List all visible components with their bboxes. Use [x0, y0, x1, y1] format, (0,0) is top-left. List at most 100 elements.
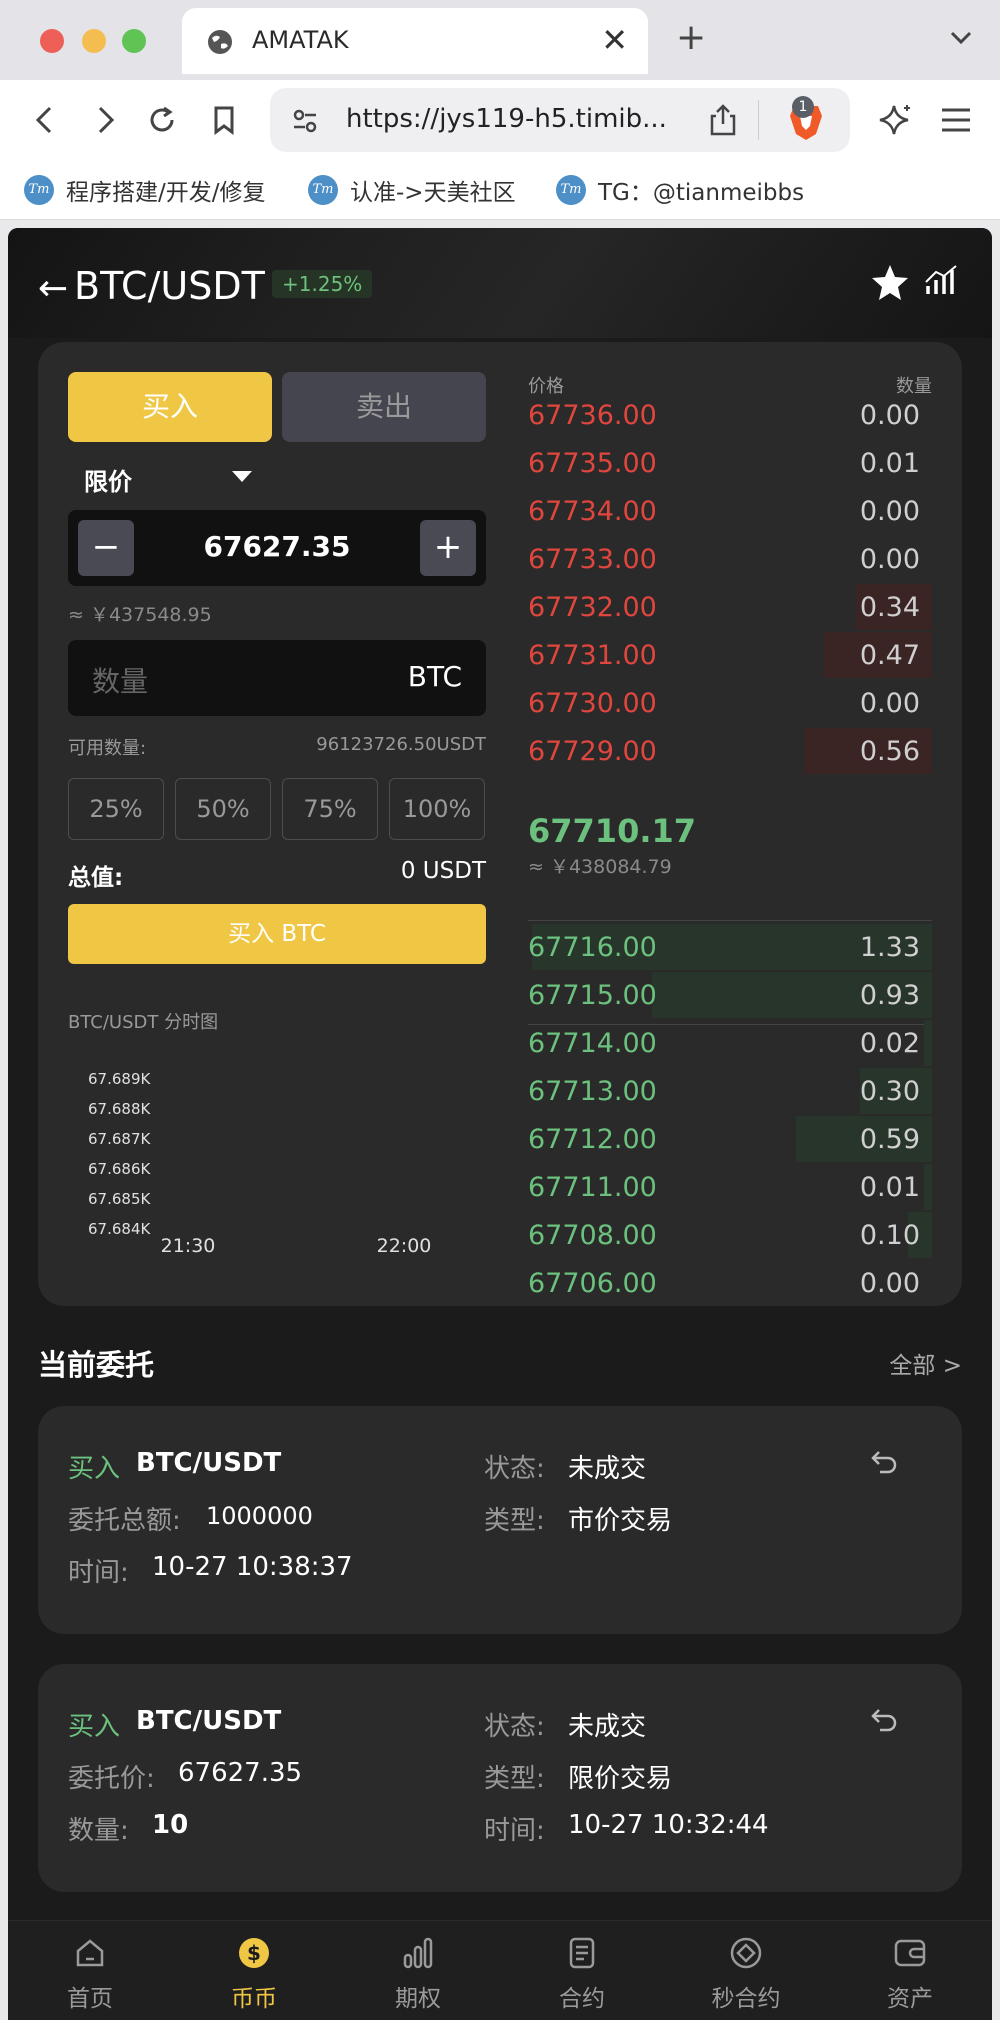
bid-row[interactable]: 67714.00 0.02 — [528, 1020, 932, 1066]
share-icon[interactable] — [706, 102, 740, 138]
ask-row[interactable]: 67733.00 0.00 — [528, 536, 932, 582]
buy-tab[interactable]: 买入 — [68, 372, 272, 442]
back-arrow-icon[interactable]: ← — [38, 268, 68, 309]
bookmark-item[interactable]: Tm 程序搭建/开发/修复 — [24, 172, 266, 208]
tm-logo-icon: Tm — [556, 175, 586, 205]
percent-75-button[interactable]: 75% — [282, 778, 378, 840]
quantity-field[interactable]: 数量 BTC — [68, 640, 486, 716]
y-tick-label: 67.688K — [88, 1100, 151, 1118]
caret-down-icon[interactable] — [232, 471, 252, 482]
bid-row[interactable]: 67706.00 0.00 — [528, 1260, 932, 1306]
order-time-label: 时间: — [68, 1558, 129, 1588]
order-time-value: 10-27 10:32:44 — [568, 1810, 769, 1840]
ask-row[interactable]: 67731.00 0.47 — [528, 632, 932, 678]
kline-chart-icon[interactable] — [924, 262, 960, 298]
ask-row[interactable]: 67729.00 0.56 — [528, 728, 932, 774]
increase-price-button[interactable]: + — [420, 520, 476, 576]
ask-price: 67734.00 — [528, 496, 657, 527]
cancel-order-icon[interactable] — [866, 1704, 898, 1736]
menu-icon[interactable] — [936, 100, 976, 140]
price-stepper[interactable]: − 67627.35 + — [68, 510, 486, 586]
address-bar[interactable]: https://jys119-h5.timib... — [270, 88, 850, 152]
cancel-order-icon[interactable] — [866, 1446, 898, 1478]
bid-row[interactable]: 67711.00 0.01 — [528, 1164, 932, 1210]
bid-row[interactable]: 67708.00 0.10 — [528, 1212, 932, 1258]
tab-options[interactable]: 期权 — [336, 1921, 500, 2020]
order-time-label: 时间: — [484, 1816, 545, 1846]
tab-label: 首页 — [67, 1986, 113, 2012]
tab-assets[interactable]: 资产 — [828, 1921, 992, 2020]
ask-row[interactable]: 67732.00 0.34 — [528, 584, 932, 630]
site-settings-icon[interactable] — [290, 106, 320, 136]
tab-second-contract[interactable]: 秒合约 — [664, 1921, 828, 2020]
ask-price: 67730.00 — [528, 688, 657, 719]
favorite-star-icon[interactable] — [870, 262, 910, 302]
y-tick-label: 67.689K — [88, 1070, 151, 1088]
order-type-select[interactable]: 限价 — [84, 462, 132, 497]
back-icon[interactable] — [26, 100, 66, 140]
order-pair: BTC/USDT — [136, 1448, 282, 1478]
tab-home[interactable]: 首页 — [8, 1921, 172, 2020]
browser-titlebar: AMATAK ✕ + — [0, 0, 1000, 80]
percent-50-button[interactable]: 50% — [175, 778, 271, 840]
available-label: 可用数量: — [68, 738, 147, 759]
home-icon — [76, 1939, 104, 1967]
ask-row[interactable]: 67736.00 0.00 — [528, 392, 932, 438]
divider — [758, 100, 759, 140]
window-minimize-button[interactable] — [82, 29, 106, 53]
ask-row[interactable]: 67730.00 0.00 — [528, 680, 932, 726]
ask-qty: 0.47 — [859, 640, 920, 671]
pair-title[interactable]: BTC/USDT — [74, 264, 265, 308]
ai-sparkle-icon[interactable] — [876, 100, 916, 140]
order-card: 买入 BTC/USDT 委托价: 67627.35 数量: 10 状态: 未成交… — [38, 1664, 962, 1892]
order-card: 买入 BTC/USDT 委托总额: 1000000 时间: 10-27 10:3… — [38, 1406, 962, 1634]
ask-price: 67732.00 — [528, 592, 657, 623]
ask-row[interactable]: 67734.00 0.00 — [528, 488, 932, 534]
bookmark-label: 认准->天美社区 — [350, 180, 516, 206]
reload-icon[interactable] — [142, 100, 182, 140]
tab-spot[interactable]: $ 币币 — [172, 1921, 336, 2020]
order-side: 买入 — [68, 1712, 121, 1742]
percent-25-button[interactable]: 25% — [68, 778, 164, 840]
chevron-down-icon[interactable] — [946, 22, 976, 52]
bid-price: 67711.00 — [528, 1172, 657, 1203]
ask-qty: 0.34 — [859, 592, 920, 623]
url-text: https://jys119-h5.timib... — [346, 104, 667, 134]
tab-label: 秒合约 — [711, 1986, 781, 2012]
bid-row[interactable]: 67715.00 0.93 — [528, 972, 932, 1018]
window-close-button[interactable] — [40, 29, 64, 53]
bookmark-item[interactable]: Tm 认准->天美社区 — [308, 172, 516, 208]
view-all-link[interactable]: 全部 > — [889, 1346, 962, 1380]
window-zoom-button[interactable] — [122, 29, 146, 53]
bookmark-item[interactable]: Tm TG：@tianmeibbs — [556, 172, 804, 208]
last-price-cny: ≈ ￥438084.79 — [528, 856, 672, 878]
sell-tab[interactable]: 卖出 — [282, 372, 486, 442]
y-tick-label: 67.686K — [88, 1160, 151, 1178]
forward-icon[interactable] — [84, 100, 124, 140]
percent-100-button[interactable]: 100% — [389, 778, 485, 840]
bottom-tabbar: 首页 $ 币币 期权 合约 秒合约 资产 — [8, 1920, 992, 2020]
coin-icon: $ — [239, 1938, 269, 1968]
buy-btc-button[interactable]: 买入 BTC — [68, 904, 486, 964]
tab-label: 合约 — [559, 1986, 605, 2012]
current-orders-title: 当前委托 — [38, 1348, 155, 1382]
bid-row[interactable]: 67712.00 0.59 — [528, 1116, 932, 1162]
quantity-unit: BTC — [407, 660, 462, 693]
wallet-icon — [894, 1939, 926, 1967]
tab-contract[interactable]: 合约 — [500, 1921, 664, 2020]
available-value: 96123726.50USDT — [316, 734, 486, 755]
bid-row[interactable]: 67713.00 0.30 — [528, 1068, 932, 1114]
ask-row[interactable]: 67735.00 0.01 — [528, 440, 932, 486]
browser-tab[interactable]: AMATAK ✕ — [182, 8, 648, 74]
order-qty-value: 10 — [152, 1810, 189, 1840]
bookmark-icon[interactable] — [204, 100, 244, 140]
ask-qty: 0.00 — [859, 400, 920, 431]
new-tab-icon[interactable]: + — [676, 18, 706, 58]
order-qty-label: 数量: — [68, 1816, 129, 1846]
bid-qty: 0.10 — [859, 1220, 920, 1251]
ask-price: 67729.00 — [528, 736, 657, 767]
close-tab-icon[interactable]: ✕ — [601, 20, 628, 60]
bid-row[interactable]: 67716.00 1.33 — [528, 924, 932, 970]
tab-label: 期权 — [395, 1986, 441, 2012]
bookmark-label: 程序搭建/开发/修复 — [66, 180, 266, 206]
